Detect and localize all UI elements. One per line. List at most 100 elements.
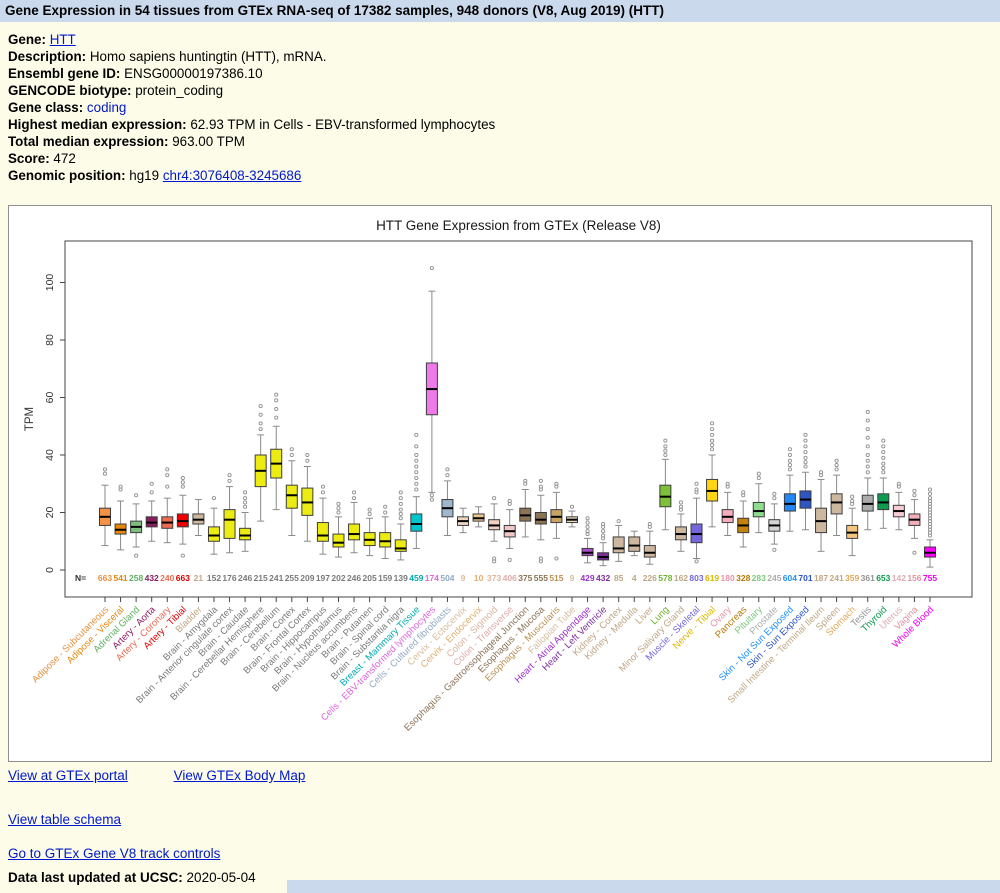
info-row-gene: Gene: HTT <box>8 31 1000 48</box>
box <box>783 493 796 512</box>
outlier-point <box>585 520 590 525</box>
outlier-point <box>710 421 715 426</box>
outlier-point <box>616 519 621 524</box>
outlier-point <box>834 463 839 468</box>
expression-boxplot: HTT Gene Expression from GTEx (Release V… <box>24 218 973 733</box>
description-label: Description: <box>8 49 87 64</box>
sample-count: 619 <box>705 573 719 583</box>
outlier-point <box>927 491 933 496</box>
outlier-point <box>865 418 870 423</box>
outlier-point <box>787 452 792 458</box>
boxplot-group: 176Brain - Anterior cingulate cortex <box>134 473 237 706</box>
info-row-highest-median: Highest median expression: 62.93 TPM in … <box>8 116 1000 133</box>
outlier-point <box>398 511 403 516</box>
outlier-point <box>414 464 419 469</box>
info-row-biotype: GENCODE biotype: protein_coding <box>8 82 1000 99</box>
links-section: View at GTEx portal View GTEx Body Map V… <box>8 768 347 861</box>
y-axis: 0 20 40 60 80 100 TPM <box>24 274 65 573</box>
track-controls-link[interactable]: Go to GTEx Gene V8 track controls <box>8 846 220 861</box>
box <box>628 536 641 552</box>
outlier-point <box>710 438 715 443</box>
outlier-point <box>320 490 325 495</box>
outlier-point <box>881 461 886 466</box>
sample-count: 176 <box>222 573 236 583</box>
gtex-body-map-link[interactable]: View GTEx Body Map <box>174 768 306 783</box>
box <box>379 532 392 548</box>
outlier-point <box>305 452 310 458</box>
plot-frame <box>64 240 973 598</box>
outlier-point <box>149 490 154 495</box>
sample-count: 241 <box>830 573 844 583</box>
outlier-point <box>414 432 419 437</box>
outlier-point <box>320 484 325 489</box>
sample-count: 459 <box>409 573 423 583</box>
sample-count: 152 <box>207 573 221 583</box>
outlier-point <box>710 442 715 447</box>
sample-count: 139 <box>394 573 408 583</box>
outlier-point <box>414 487 419 492</box>
outlier-point <box>414 458 419 463</box>
info-row-score: Score: 472 <box>8 150 1000 167</box>
outlier-point <box>803 455 808 460</box>
outlier-point <box>881 465 886 470</box>
outlier-point <box>398 507 403 512</box>
sample-count: 162 <box>674 573 688 583</box>
outlier-point <box>663 438 668 443</box>
outlier-point <box>803 432 808 437</box>
external-links-row: View at GTEx portal View GTEx Body Map <box>8 768 347 783</box>
biotype-value: protein_coding <box>135 83 224 98</box>
outlier-point <box>663 448 668 453</box>
outlier-point <box>289 447 294 452</box>
outlier-point <box>289 452 294 458</box>
gtex-portal-link[interactable]: View at GTEx portal <box>8 768 128 783</box>
outlier-point <box>850 494 855 499</box>
outlier-point <box>180 553 185 558</box>
expression-chart-panel: HTT Gene Expression from GTEx (Release V… <box>8 205 992 762</box>
gene-link[interactable]: HTT <box>50 32 76 47</box>
sample-count: 555 <box>534 573 548 583</box>
sample-count: 85 <box>614 573 624 583</box>
outlier-point <box>678 500 683 505</box>
outlier-point <box>258 404 263 409</box>
genomic-position-link[interactable]: chr4:3076408-3245686 <box>163 168 302 183</box>
outlier-point <box>429 266 434 271</box>
outlier-point <box>585 516 590 521</box>
outlier-point <box>756 471 761 476</box>
sample-count: 202 <box>331 573 345 583</box>
outlier-point <box>258 412 263 417</box>
svg-text:0: 0 <box>44 567 56 573</box>
total-median-label: Total median expression: <box>8 134 169 149</box>
ensembl-id-value: ENSG00000197386.10 <box>124 66 263 81</box>
sample-count: 21 <box>194 573 204 583</box>
outlier-point <box>912 493 917 498</box>
sample-count: 432 <box>596 573 610 583</box>
box <box>752 501 765 518</box>
outlier-point <box>912 488 917 493</box>
info-row-gene-class: Gene class: coding <box>8 99 1000 116</box>
gene-class-link[interactable]: coding <box>87 100 126 115</box>
schema-link-row: View table schema <box>8 812 347 827</box>
sample-count: 406 <box>503 573 517 583</box>
outlier-point <box>398 501 403 506</box>
boxplot-group: 187Small Intestine - Terminal Ileum <box>726 470 828 706</box>
next-section-bar <box>287 880 1000 893</box>
outlier-point <box>165 484 170 489</box>
outlier-point <box>865 444 870 449</box>
data-updated-line: Data last updated at UCSC: 2020-05-04 <box>8 870 256 885</box>
table-schema-link[interactable]: View table schema <box>8 812 121 827</box>
outlier-point <box>694 559 699 564</box>
outlier-point <box>243 490 248 495</box>
data-updated-label: Data last updated at UCSC: <box>8 870 183 885</box>
sample-count: 515 <box>549 573 563 583</box>
outlier-point <box>772 491 777 496</box>
sample-count: 359 <box>845 573 859 583</box>
highest-median-value: 62.93 TPM in Cells - EBV-transformed lym… <box>190 117 496 132</box>
outlier-point <box>756 475 761 481</box>
outlier-point <box>352 496 357 501</box>
sample-count: 10 <box>474 573 484 583</box>
outlier-point <box>102 471 108 476</box>
outlier-point <box>912 550 917 555</box>
box <box>394 539 407 552</box>
sample-count: 159 <box>378 573 392 583</box>
sample-count: 663 <box>176 573 190 583</box>
